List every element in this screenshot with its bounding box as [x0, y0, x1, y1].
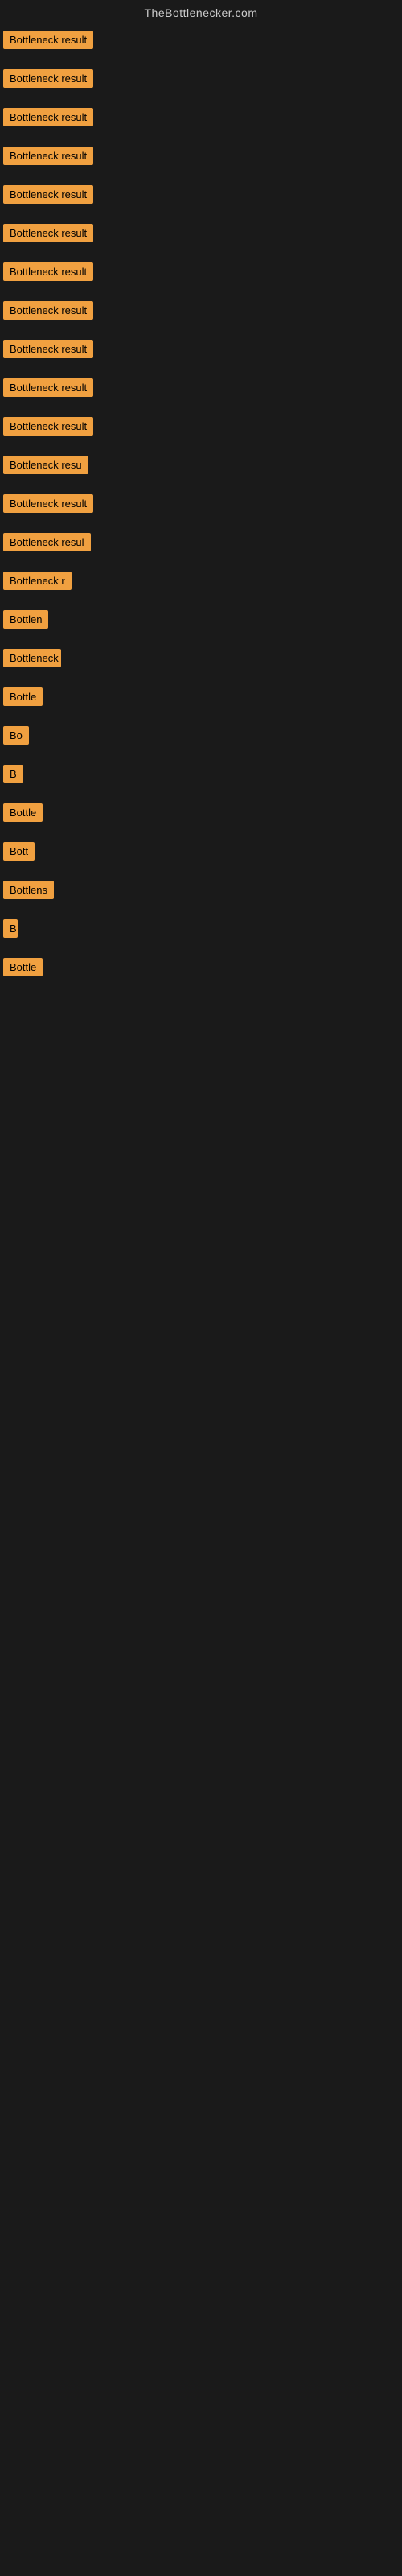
- result-row[interactable]: Bottleneck result: [0, 332, 402, 370]
- result-row[interactable]: B: [0, 757, 402, 795]
- bottleneck-badge[interactable]: Bottlens: [3, 881, 54, 899]
- bottleneck-badge[interactable]: Bottleneck result: [3, 147, 93, 165]
- bottleneck-list: Bottleneck result Bottleneck result Bottle…: [0, 23, 402, 989]
- bottleneck-badge[interactable]: B: [3, 765, 23, 783]
- bottleneck-badge[interactable]: Bott: [3, 842, 35, 861]
- bottleneck-badge[interactable]: Bottleneck result: [3, 224, 93, 242]
- result-row[interactable]: Bottleneck result: [0, 486, 402, 525]
- bottleneck-badge[interactable]: Bottleneck result: [3, 340, 93, 358]
- bottleneck-badge[interactable]: Bottleneck result: [3, 185, 93, 204]
- result-row[interactable]: B: [0, 911, 402, 950]
- site-title: TheBottlenecker.com: [0, 0, 402, 23]
- bottleneck-badge[interactable]: Bottleneck result: [3, 301, 93, 320]
- bottleneck-badge[interactable]: Bottle: [3, 958, 43, 976]
- bottleneck-badge[interactable]: Bo: [3, 726, 29, 745]
- result-row[interactable]: Bottleneck: [0, 641, 402, 679]
- result-row[interactable]: Bottleneck result: [0, 254, 402, 293]
- result-row[interactable]: Bottle: [0, 950, 402, 989]
- result-row[interactable]: Bottleneck result: [0, 216, 402, 254]
- result-row[interactable]: Bottleneck r: [0, 564, 402, 602]
- bottleneck-badge[interactable]: Bottlen: [3, 610, 48, 629]
- result-row[interactable]: Bottleneck result: [0, 23, 402, 61]
- bottleneck-badge[interactable]: Bottleneck result: [3, 417, 93, 436]
- result-row[interactable]: Bottleneck result: [0, 370, 402, 409]
- result-row[interactable]: Bottleneck result: [0, 293, 402, 332]
- result-row[interactable]: Bott: [0, 834, 402, 873]
- result-row[interactable]: Bottleneck result: [0, 409, 402, 448]
- bottleneck-badge[interactable]: Bottle: [3, 803, 43, 822]
- bottleneck-badge[interactable]: Bottleneck result: [3, 69, 93, 88]
- result-row[interactable]: Bottleneck resul: [0, 525, 402, 564]
- bottleneck-badge[interactable]: Bottleneck result: [3, 31, 93, 49]
- result-row[interactable]: Bottle: [0, 679, 402, 718]
- bottleneck-badge[interactable]: Bottleneck r: [3, 572, 72, 590]
- bottleneck-badge[interactable]: Bottleneck result: [3, 108, 93, 126]
- bottleneck-badge[interactable]: Bottle: [3, 687, 43, 706]
- result-row[interactable]: Bottlen: [0, 602, 402, 641]
- bottleneck-badge[interactable]: Bottleneck result: [3, 494, 93, 513]
- bottleneck-badge[interactable]: Bottleneck result: [3, 378, 93, 397]
- bottleneck-badge[interactable]: Bottleneck: [3, 649, 61, 667]
- bottleneck-badge[interactable]: Bottleneck resu: [3, 456, 88, 474]
- result-row[interactable]: Bottleneck result: [0, 177, 402, 216]
- result-row[interactable]: Bottleneck result: [0, 138, 402, 177]
- bottleneck-badge[interactable]: Bottleneck resul: [3, 533, 91, 551]
- bottleneck-badge[interactable]: Bottleneck result: [3, 262, 93, 281]
- result-row[interactable]: Bo: [0, 718, 402, 757]
- result-row[interactable]: Bottlens: [0, 873, 402, 911]
- bottleneck-badge[interactable]: B: [3, 919, 18, 938]
- result-row[interactable]: Bottleneck resu: [0, 448, 402, 486]
- result-row[interactable]: Bottleneck result: [0, 100, 402, 138]
- result-row[interactable]: Bottleneck result: [0, 61, 402, 100]
- result-row[interactable]: Bottle: [0, 795, 402, 834]
